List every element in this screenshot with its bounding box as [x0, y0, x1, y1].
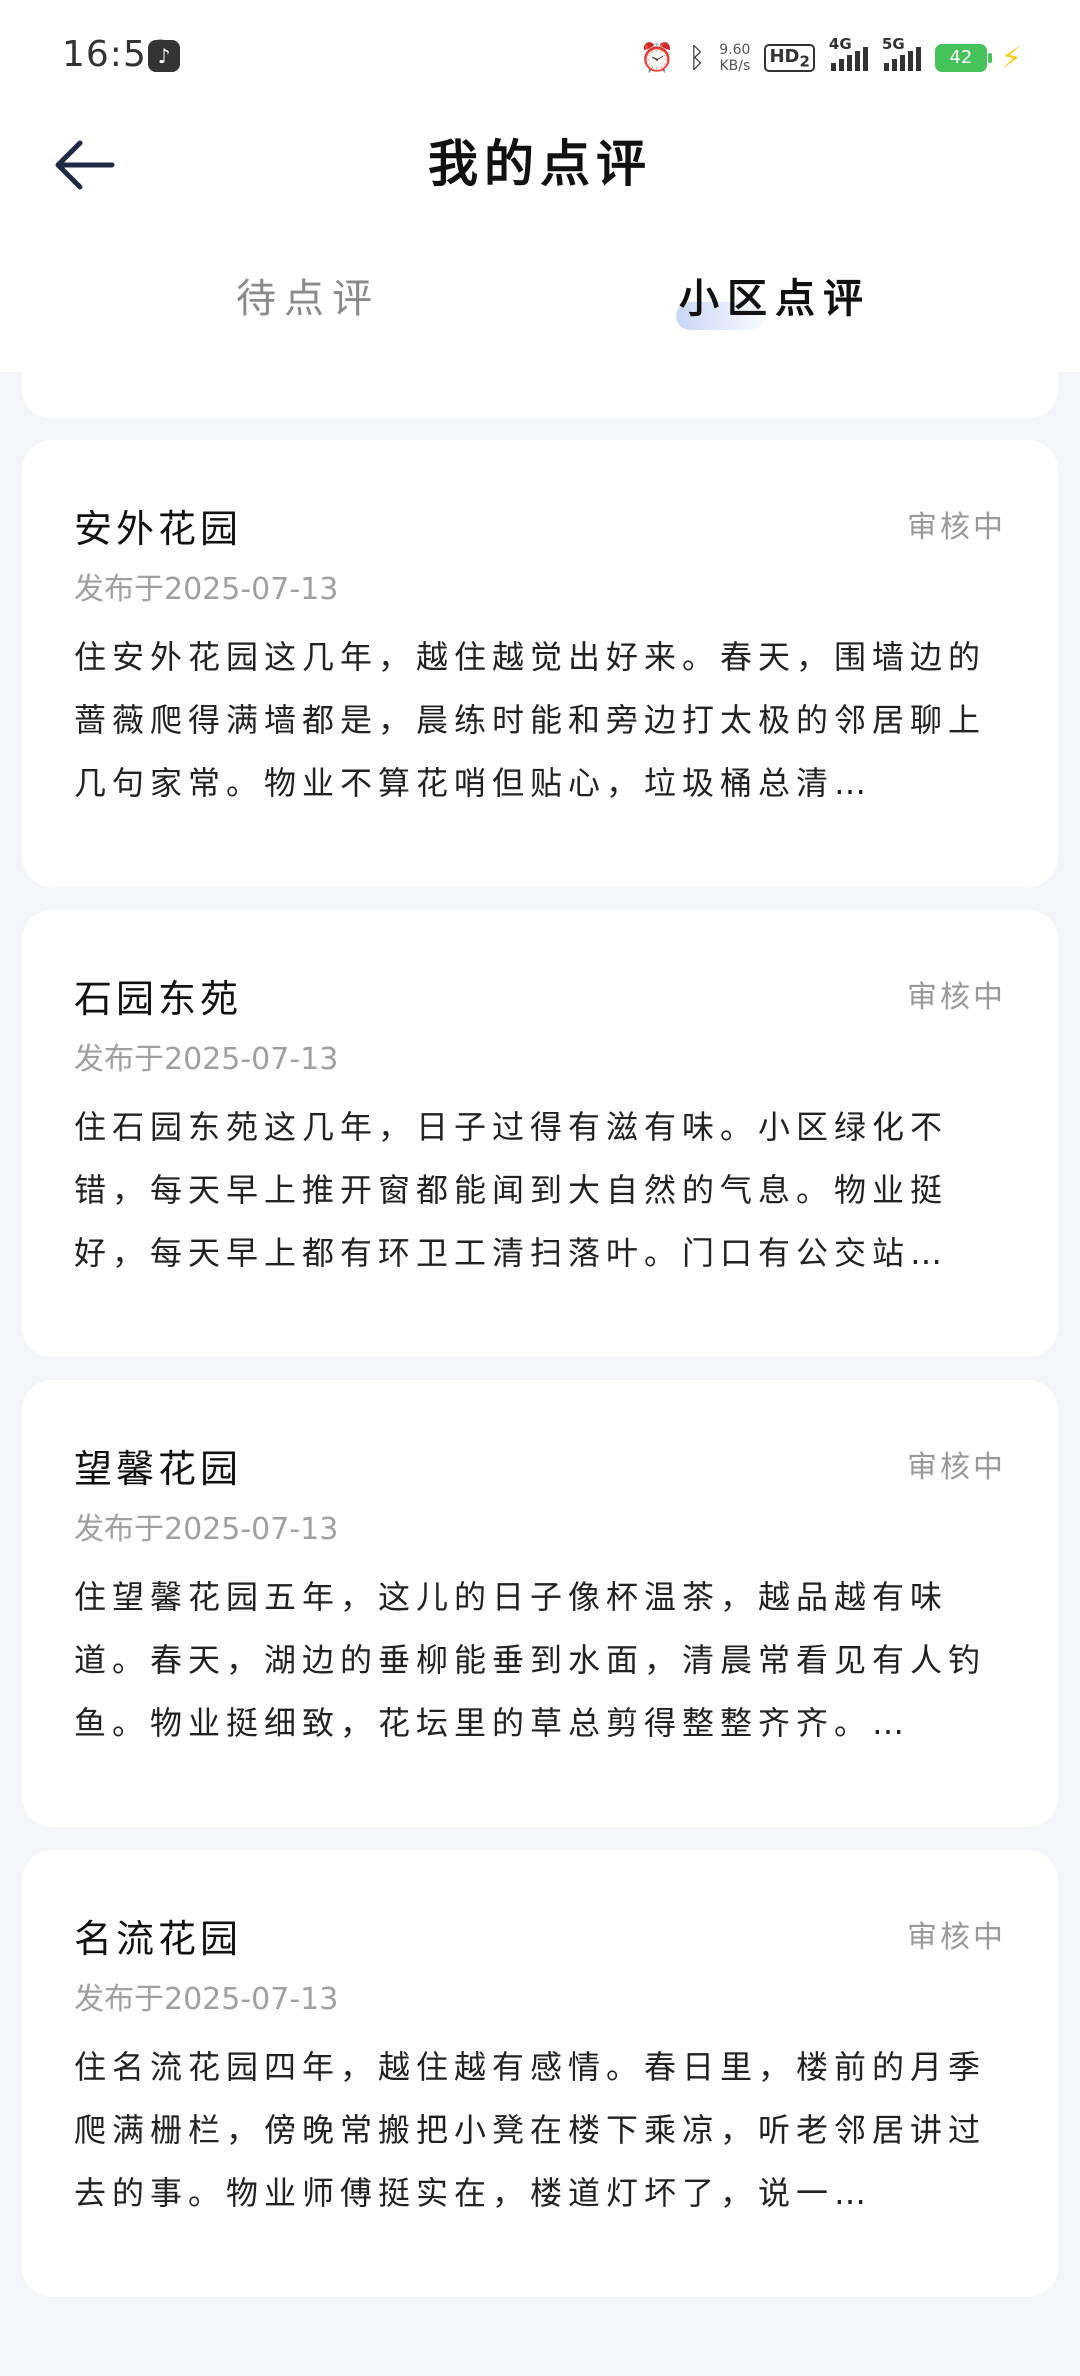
review-card[interactable]: 名流花园 审核中 发布于2025-07-13 住名流花园四年，越住越有感情。春日…	[22, 1850, 1058, 2297]
review-card[interactable]: 望馨花园 审核中 发布于2025-07-13 住望馨花园五年，这儿的日子像杯温茶…	[22, 1380, 1058, 1827]
review-status: 审核中	[907, 510, 1006, 545]
charging-icon: ⚡	[1000, 40, 1022, 76]
review-card[interactable]: 安外花园 审核中 发布于2025-07-13 住安外花园这几年，越住越觉出好来。…	[22, 440, 1058, 887]
community-name: 望馨花园	[74, 1447, 243, 1491]
community-name: 石园东苑	[74, 977, 243, 1021]
tab-pending-review[interactable]: 待点评	[158, 266, 458, 326]
review-status: 审核中	[907, 980, 1006, 1015]
publish-date: 发布于2025-07-13	[74, 1042, 339, 1077]
publish-date: 发布于2025-07-13	[74, 1982, 339, 2017]
alarm-icon: ⏰	[639, 41, 675, 74]
publish-date: 发布于2025-07-13	[74, 572, 339, 607]
review-status: 审核中	[907, 1450, 1006, 1485]
tab-community-review[interactable]: 小区点评	[625, 266, 925, 326]
review-text: 住安外花园这几年，越住越觉出好来。春天，围墙边的蔷薇爬得满墙都是，晨练时能和旁边…	[74, 638, 987, 802]
header-area: 16:56 ♪ ⏰ ᛒ 9.60 KB/s HD2 4G 5G 42 ⚡ 我的点…	[0, 0, 1080, 372]
status-bar: 16:56 ♪ ⏰ ᛒ 9.60 KB/s HD2 4G 5G 42 ⚡	[0, 0, 1080, 112]
review-text: 住望馨花园五年，这儿的日子像杯温茶，越品越有味道。春天，湖边的垂柳能垂到水面，清…	[74, 1578, 987, 1742]
music-app-icon: ♪	[148, 40, 180, 72]
hd-voice-icon: HD2	[764, 43, 815, 73]
review-card-partial	[22, 360, 1058, 418]
community-name: 名流花园	[74, 1917, 243, 1961]
page-title: 我的点评	[428, 135, 652, 193]
community-name: 安外花园	[74, 507, 243, 551]
review-status: 审核中	[907, 1920, 1006, 1955]
review-text: 住名流花园四年，越住越有感情。春日里，楼前的月季爬满栅栏，傍晚常搬把小凳在楼下乘…	[74, 2048, 987, 2212]
publish-date: 发布于2025-07-13	[74, 1512, 339, 1547]
status-icons: ⏰ ᛒ 9.60 KB/s HD2 4G 5G 42 ⚡	[639, 35, 1022, 78]
network-speed: 9.60 KB/s	[719, 42, 751, 74]
review-card[interactable]: 石园东苑 审核中 发布于2025-07-13 住石园东苑这几年，日子过得有滋有味…	[22, 910, 1058, 1357]
signal-5g-icon: 5G	[882, 35, 921, 71]
review-text: 住石园东苑这几年，日子过得有滋有味。小区绿化不错，每天早上推开窗都能闻到大自然的…	[74, 1108, 949, 1272]
battery-icon: 42	[934, 44, 992, 72]
signal-4g-icon: 4G	[829, 35, 868, 71]
bluetooth-icon: ᛒ	[688, 41, 706, 74]
